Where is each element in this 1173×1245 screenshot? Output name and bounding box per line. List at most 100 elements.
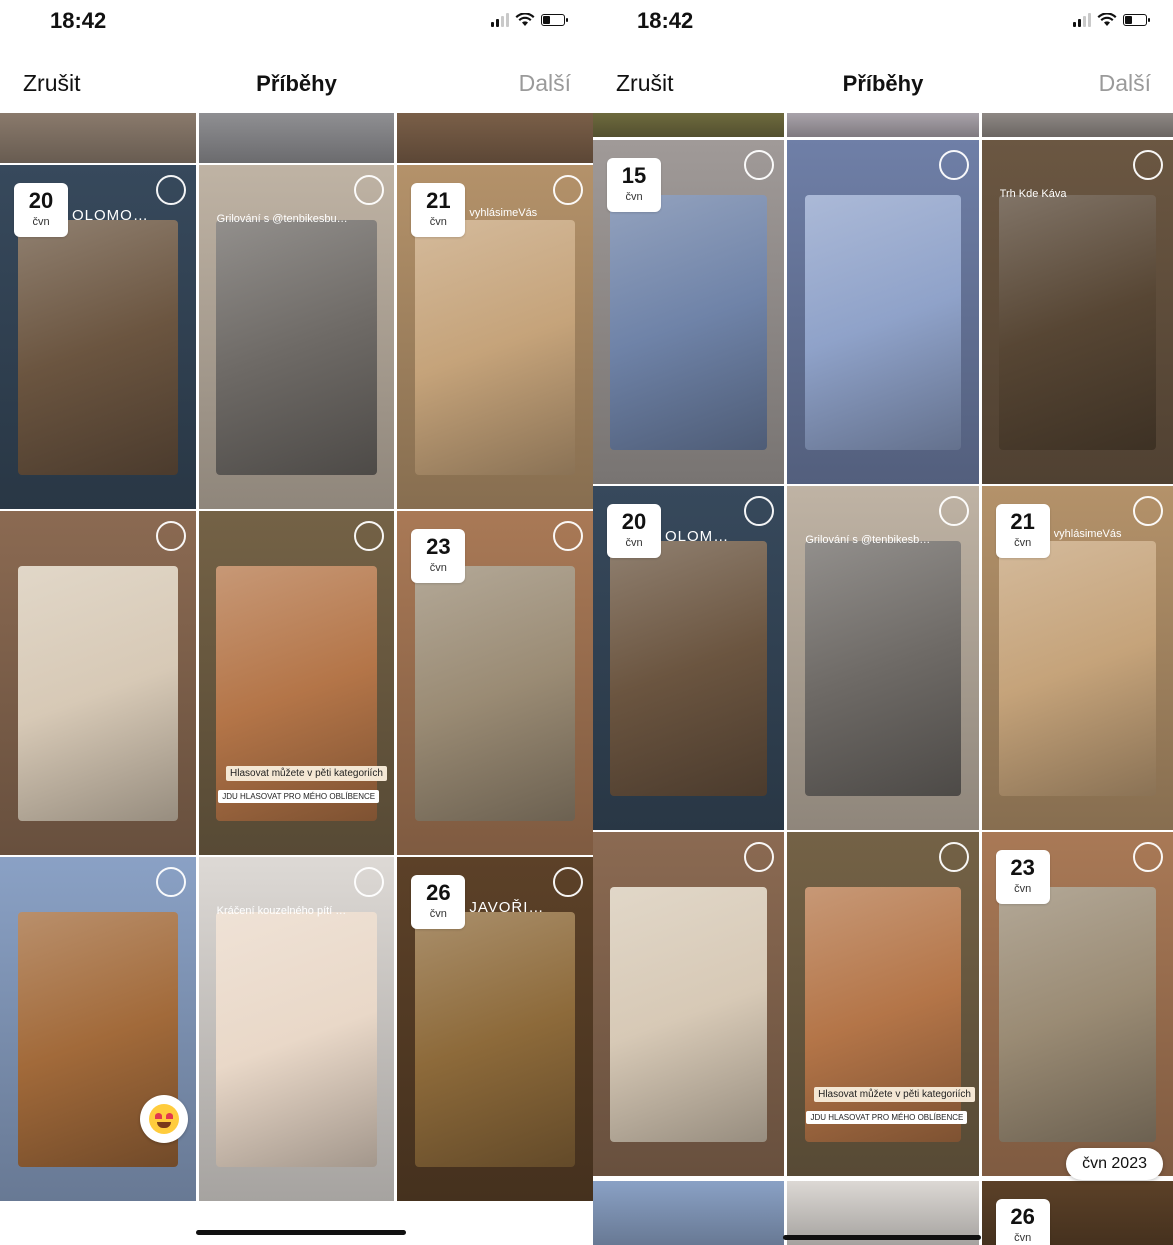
signal-icon [491, 13, 509, 27]
story-photo [216, 912, 377, 1167]
status-icons [491, 12, 568, 28]
story-tile-olomouc-bridge[interactable]: 20 čvn OLOMOUC [593, 486, 785, 830]
story-caption: Grilování s @tenbikesburgrom [805, 534, 935, 546]
date-badge: 26 čvn [411, 875, 466, 929]
next-button[interactable]: Další [1099, 70, 1151, 97]
story-photo [998, 541, 1156, 796]
story-tile-magazine[interactable] [593, 832, 785, 1176]
select-circle[interactable] [155, 867, 186, 897]
date-month: čvn [1014, 1232, 1032, 1244]
home-indicator [783, 1235, 981, 1240]
story-tile-cave[interactable]: 26 čvn JAVOŘIČSKÉ JESKYNĚ [397, 857, 593, 1201]
story-photo [804, 195, 962, 450]
select-circle[interactable] [354, 175, 385, 205]
date-badge: 20 čvn [607, 504, 661, 558]
story-photo [610, 541, 768, 796]
story-tile-magazine[interactable] [0, 511, 196, 855]
status-icons [1073, 12, 1150, 28]
story-tile-top-1[interactable] [0, 113, 196, 163]
story-photo [804, 541, 962, 796]
date-badge: 23 čvn [411, 529, 466, 583]
nav-bar: Zrušit Příběhy Další [593, 60, 1173, 106]
story-tile-bottom-1[interactable] [593, 1181, 785, 1245]
story-tile-dinner[interactable]: 23 čvn [981, 832, 1173, 1176]
story-caption: OLOMOUC [72, 207, 152, 224]
story-caption: Kráčení kouzelného pítí v oblasti Lišíko… [216, 905, 351, 917]
wifi-icon [1097, 13, 1117, 26]
story-tile-bottom-3[interactable]: 26 čvn [981, 1181, 1173, 1245]
select-circle[interactable] [744, 842, 775, 872]
story-tile-burger[interactable]: Grilování s @tenbikesburgrom [787, 486, 979, 830]
story-caption: OLOMOUC [665, 528, 740, 545]
date-month: čvn [429, 908, 447, 920]
story-tile-office[interactable]: 21 čvn vyhlásimeVás [397, 165, 593, 509]
date-badge: 26 čvn [995, 1199, 1050, 1245]
story-caption: Grilování s @tenbikesburgrom [216, 213, 351, 225]
status-time: 18:42 [50, 8, 107, 33]
story-tile-spa[interactable]: Kráčení kouzelného pítí v oblasti Lišíko… [198, 857, 395, 1201]
date-badge: 20 čvn [14, 183, 68, 237]
select-circle[interactable] [744, 150, 775, 180]
select-circle[interactable] [155, 521, 186, 551]
story-photo [998, 887, 1156, 1142]
select-circle[interactable] [938, 842, 969, 872]
story-tile-olomouc-bridge[interactable]: 20 čvn OLOMOUC [0, 165, 196, 509]
nav-bar: Zrušit Příběhy Další [0, 60, 593, 106]
date-day: 26 [1010, 1204, 1035, 1229]
story-tile-tortoise[interactable] [787, 140, 979, 484]
date-month: čvn [1014, 537, 1032, 549]
left-screen: 18:42 Zrušit Příběhy Další 20 čvn OLOMOUC G… [0, 0, 593, 1245]
date-month: čvn [625, 537, 643, 549]
story-tile-castle-sunset[interactable] [0, 857, 196, 1201]
story-photo [17, 566, 179, 821]
story-photo [804, 887, 962, 1142]
select-circle[interactable] [1132, 150, 1163, 180]
select-circle[interactable] [552, 867, 583, 897]
select-circle[interactable] [552, 175, 583, 205]
story-tile-collage[interactable]: 15 čvn [593, 140, 785, 484]
page-title: Příběhy [256, 71, 337, 96]
date-day: 21 [1010, 509, 1035, 534]
story-tile-kangaroo[interactable]: Hlasovat můžete v pěti kategoriích JDU HL… [198, 511, 395, 855]
story-tile-burger[interactable]: Grilování s @tenbikesburgrom [198, 165, 395, 509]
story-tile-office[interactable]: 21 čvn vyhlásimeVás [981, 486, 1173, 830]
battery-icon [1123, 14, 1150, 26]
story-caption: Trh Kde Káva [999, 188, 1067, 200]
emoji-reaction-icon [139, 1095, 188, 1143]
select-circle[interactable] [938, 496, 969, 526]
story-photo [998, 195, 1156, 450]
date-month: čvn [429, 562, 447, 574]
story-photo [610, 887, 768, 1142]
story-tag: Hlasovat můžete v pěti kategoriích [814, 1086, 975, 1102]
select-circle[interactable] [354, 521, 385, 551]
select-circle[interactable] [938, 150, 969, 180]
select-circle[interactable] [552, 521, 583, 551]
story-tile-top-3[interactable] [397, 113, 593, 163]
story-tile-top-3[interactable] [981, 113, 1173, 137]
next-button[interactable]: Další [519, 70, 571, 97]
right-screen: 18:42 Zrušit Příběhy Další 15 čvn Trh Kde … [593, 0, 1173, 1245]
story-tile-kangaroo[interactable]: Hlasovat můžete v pěti kategoriích JDU HL… [787, 832, 979, 1176]
vote-link-tag: JDU HLASOVAT PRO MÉHO OBLÍBENCE [806, 1110, 968, 1124]
story-photo [216, 220, 377, 475]
select-circle[interactable] [744, 496, 775, 526]
select-circle[interactable] [1132, 842, 1163, 872]
story-tile-top-1[interactable] [593, 113, 785, 137]
month-pill: čvn 2023 [1066, 1148, 1163, 1180]
date-badge: 23 čvn [995, 850, 1050, 904]
status-bar: 18:42 [593, 0, 1173, 44]
select-circle[interactable] [354, 867, 385, 897]
story-photo [216, 566, 377, 821]
story-tile-top-2[interactable] [787, 113, 979, 137]
signal-icon [1073, 13, 1091, 27]
story-tile-dinner[interactable]: 23 čvn [397, 511, 593, 855]
story-tile-top-2[interactable] [198, 113, 395, 163]
select-circle[interactable] [1132, 496, 1163, 526]
select-circle[interactable] [155, 175, 186, 205]
story-caption: JAVOŘIČSKÉ JESKYNĚ [469, 899, 549, 916]
stories-grid: 15 čvn Trh Kde Káva 20 čvn OLOMOUC Grilování s… [593, 113, 1173, 1245]
story-photo [414, 566, 576, 821]
date-month: čvn [1014, 883, 1032, 895]
story-tile-coffee-shop[interactable]: Trh Kde Káva [981, 140, 1173, 484]
stories-grid: 20 čvn OLOMOUC Grilování s @tenbikesburgrom… [0, 113, 593, 1203]
